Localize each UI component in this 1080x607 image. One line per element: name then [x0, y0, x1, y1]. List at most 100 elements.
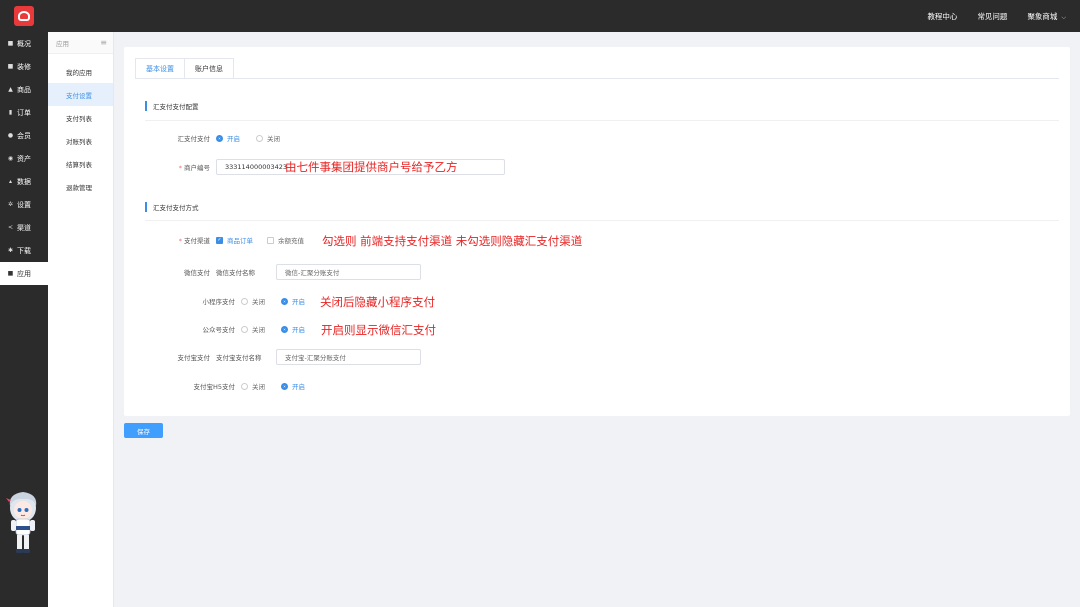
divider: [145, 220, 1059, 221]
official-account-label: 公众号支付: [202, 326, 236, 334]
settings-card: 基本设置 账户信息 汇支付支付配置 汇支付支付 开启 关闭 * 商户编号 3331…: [124, 47, 1070, 416]
nav-label: 下载: [17, 246, 31, 255]
checkbox-goods-order[interactable]: ✓ 商品订单: [216, 235, 253, 245]
row-channels: * 支付渠道 ✓ 商品订单 余额充值: [124, 235, 318, 245]
radio-dot: [281, 382, 288, 390]
checkbox-balance-recharge[interactable]: 余额充值: [267, 235, 304, 245]
subnav-payment-list[interactable]: 支付列表: [48, 106, 113, 129]
subnav-my-apps[interactable]: 我的应用: [48, 60, 113, 83]
radio-dot: [281, 297, 288, 305]
row-pay-toggle: 汇支付支付 开启 关闭: [124, 133, 296, 143]
radio-mp-close[interactable]: 关闭: [241, 324, 265, 334]
radio-dot: [241, 325, 248, 333]
save-button[interactable]: 保存: [124, 423, 163, 438]
mini-program-annotation: 关闭后隐藏小程序支付: [320, 295, 435, 309]
tutorial-center-link[interactable]: 教程中心: [927, 11, 957, 22]
secondary-sidebar-title: 应用: [56, 39, 69, 48]
row-alipay-h5: 支付宝H5支付 关闭 开启: [124, 381, 321, 391]
official-account-annotation: 开启则显示微信汇支付: [321, 323, 436, 337]
subnav-payment-settings[interactable]: 支付设置: [48, 83, 113, 106]
radio-alipay-h5-close[interactable]: 关闭: [241, 381, 265, 391]
main-sidebar: ■ 概况 ■ 装修 ▲ 商品 ▮ 订单 ● 会员 ◉ 资产 ▴ 数据 ✲ 设置 < 渠道 ✱ 下载 …: [0, 32, 48, 607]
nav-label: 数据: [17, 177, 31, 186]
mini-program-label: 小程序支付: [202, 298, 236, 306]
channels-annotation: 勾选则 前端支持支付渠道 未勾选则隐藏汇支付渠道: [322, 234, 583, 248]
section-methods-label: 汇支付支付方式: [153, 204, 199, 212]
secondary-sidebar-header: 应用 ≡: [48, 32, 113, 54]
radio-pay-open[interactable]: 开启: [216, 133, 240, 143]
tab-divider: [135, 78, 1059, 79]
merchant-id-label: * 商户编号: [178, 164, 210, 172]
divider: [145, 120, 1059, 121]
radio-mini-open[interactable]: 开启: [281, 296, 305, 306]
share-icon: <: [7, 224, 14, 231]
subnav-refund-management[interactable]: 退款管理: [48, 175, 113, 198]
nav-label: 装修: [17, 62, 31, 71]
tab-account-info[interactable]: 账户信息: [185, 58, 234, 79]
gear-icon: ✲: [7, 201, 14, 208]
nav-item-settings[interactable]: ✲ 设置: [0, 193, 48, 216]
nav-item-data[interactable]: ▴ 数据: [0, 170, 48, 193]
nav-label: 渠道: [17, 223, 31, 232]
radio-dot: [216, 134, 223, 142]
wechat-name-label: 微信支付名称: [216, 269, 255, 277]
checkbox-box: [267, 236, 274, 244]
secondary-sidebar: 应用 ≡ 我的应用 支付设置 支付列表 对账列表 结算列表 退款管理: [48, 32, 114, 607]
nav-item-download[interactable]: ✱ 下载: [0, 239, 48, 262]
row-mini-program: 小程序支付 关闭 开启: [124, 296, 321, 306]
radio-alipay-h5-open[interactable]: 开启: [281, 381, 305, 391]
merchant-id-value: 333114000003423: [225, 163, 288, 171]
chart-icon: ▴: [8, 178, 12, 185]
nav-item-members[interactable]: ● 会员: [0, 124, 48, 147]
nav-item-goods[interactable]: ▲ 商品: [0, 78, 48, 101]
nav-label: 订单: [17, 108, 31, 117]
collapse-icon[interactable]: ≡: [100, 38, 107, 47]
user-icon: ●: [7, 132, 14, 139]
row-official-account: 公众号支付 关闭 开启: [124, 324, 321, 334]
alipay-label: 支付宝支付: [177, 354, 211, 362]
row-wechat-name: 微信支付 微信支付名称 微信-汇聚分账支付: [124, 264, 421, 280]
monitor-icon: ■: [7, 40, 14, 47]
nav-item-orders[interactable]: ▮ 订单: [0, 101, 48, 124]
nav-label: 设置: [17, 200, 31, 209]
alipay-h5-label: 支付宝H5支付: [193, 383, 235, 391]
nav-item-overview[interactable]: ■ 概况: [0, 32, 48, 55]
subnav-reconciliation-list[interactable]: 对账列表: [48, 129, 113, 152]
nav-item-decorate[interactable]: ■ 装修: [0, 55, 48, 78]
download-icon: ✱: [7, 247, 14, 254]
alipay-name-label: 支付宝支付名称: [216, 354, 262, 362]
channels-label: * 支付渠道: [178, 237, 210, 245]
radio-label: 关闭: [252, 383, 265, 391]
radio-label: 开启: [292, 326, 305, 334]
top-links: 教程中心 常见问题 聚象商城 ⌵: [927, 0, 1066, 32]
subnav-settlement-list[interactable]: 结算列表: [48, 152, 113, 175]
radio-dot: [281, 325, 288, 333]
radio-label: 关闭: [252, 298, 265, 306]
section-marker: [145, 202, 147, 212]
radio-pay-close[interactable]: 关闭: [256, 133, 280, 143]
nav-item-channels[interactable]: < 渠道: [0, 216, 48, 239]
radio-label: 开启: [292, 383, 305, 391]
alipay-name-input[interactable]: 支付宝-汇聚分账支付: [276, 349, 421, 365]
radio-label: 开启: [227, 135, 240, 143]
wechat-name-input[interactable]: 微信-汇聚分账支付: [276, 264, 421, 280]
radio-label: 开启: [292, 298, 305, 306]
radio-label: 关闭: [252, 326, 265, 334]
top-bar: 教程中心 常见问题 聚象商城 ⌵: [0, 0, 1080, 32]
nav-item-apps[interactable]: ■ 应用: [0, 262, 48, 285]
brush-icon: ■: [7, 63, 14, 70]
radio-mp-open[interactable]: 开启: [281, 324, 305, 334]
radio-dot: [256, 134, 263, 142]
check-icon: ✓: [216, 236, 223, 244]
nav-label: 应用: [17, 269, 31, 278]
faq-link[interactable]: 常见问题: [977, 11, 1007, 22]
brand-logo[interactable]: [14, 6, 34, 26]
merchant-id-annotation: 由七件事集团提供商户号给予乙方: [285, 160, 458, 174]
radio-mini-close[interactable]: 关闭: [241, 296, 265, 306]
nav-item-assets[interactable]: ◉ 资产: [0, 147, 48, 170]
tab-basic-settings[interactable]: 基本设置: [135, 58, 185, 79]
radio-dot: [241, 382, 248, 390]
section-config-title: 汇支付支付配置: [145, 101, 199, 111]
nav-label: 会员: [17, 131, 31, 140]
store-menu[interactable]: 聚象商城 ⌵: [1027, 11, 1066, 22]
